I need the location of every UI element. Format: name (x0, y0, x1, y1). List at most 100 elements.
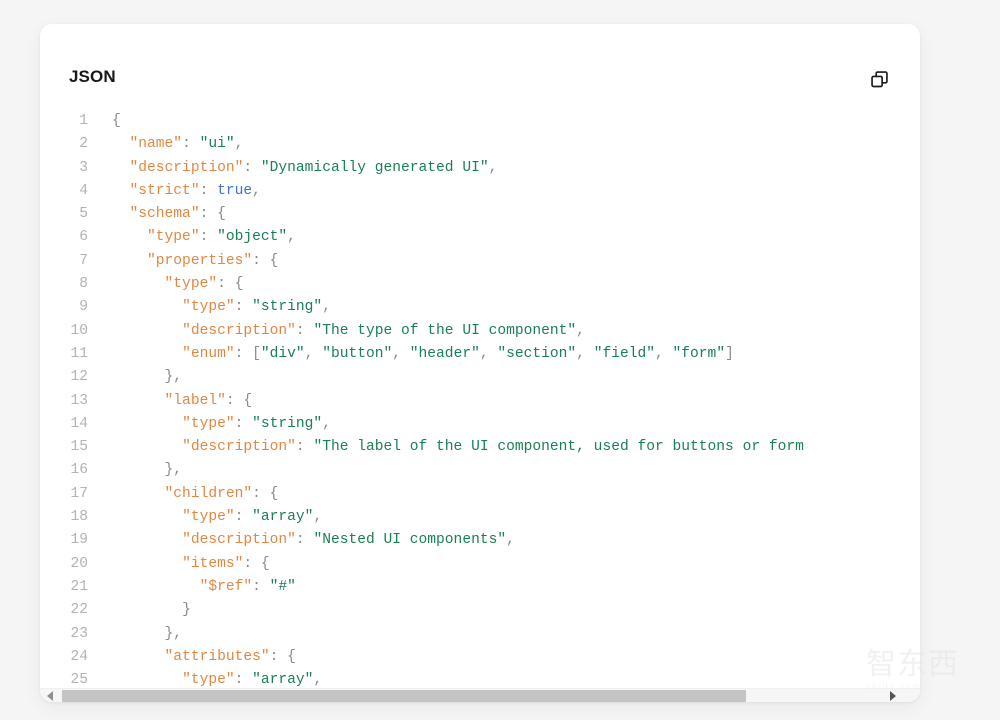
code-scroll-region[interactable]: 1{2 "name": "ui", 3 "description": "Dynam… (40, 110, 920, 702)
code-token-key: "strict" (129, 182, 200, 199)
code-token-str: "header" (409, 345, 480, 362)
code-line-content: "attributes": { (112, 646, 296, 669)
line-number: 11 (70, 345, 88, 362)
code-line: 10 "description": "The type of the UI co… (40, 320, 905, 343)
code-line: 20 "items": { (40, 553, 905, 576)
code-line-content: "type": "array", (112, 506, 322, 529)
code-token-key: "attributes" (164, 648, 270, 665)
code-line-content: "description": "The type of the UI compo… (112, 320, 585, 343)
code-token-punc: : (243, 159, 261, 176)
code-line: 3 "description": "Dynamically generated … (40, 157, 905, 180)
code-token-punc: , (287, 229, 296, 246)
code-token-str: "The type of the UI component" (313, 322, 577, 339)
code-line: 7 "properties": { (40, 250, 905, 273)
code-token-punc: , (479, 345, 498, 362)
code-line-content: "type": "string", (112, 413, 331, 436)
code-line-content: "properties": { (112, 250, 278, 273)
code-token-punc: : (217, 276, 235, 293)
code-token-key: "type" (147, 229, 200, 246)
code-line-content: }, (112, 459, 183, 482)
code-token-punc: , (506, 532, 515, 549)
code-token-key: "schema" (129, 206, 200, 223)
line-number: 14 (70, 415, 88, 432)
code-token-punc: }, (164, 462, 183, 479)
line-number: 8 (79, 276, 88, 293)
code-line-content: }, (112, 366, 183, 389)
line-number: 23 (70, 625, 88, 642)
line-number: 2 (79, 136, 88, 153)
line-number: 16 (70, 462, 88, 479)
code-token-key: "type" (182, 509, 235, 526)
code-token-punc: { (287, 648, 296, 665)
code-line-content: "type": "object", (112, 226, 296, 249)
horizontal-scrollbar[interactable] (40, 688, 920, 702)
code-token-str: "ui" (199, 136, 235, 153)
line-number: 4 (79, 182, 88, 199)
code-token-punc: { (269, 252, 279, 269)
code-token-str: "The label of the UI component, used for… (313, 439, 804, 456)
code-token-key: "name" (129, 136, 183, 153)
line-number: 7 (79, 252, 88, 269)
code-token-str: "Dynamically generated UI" (260, 159, 489, 176)
code-token-punc: } (182, 602, 191, 619)
scroll-left-button[interactable] (42, 689, 58, 702)
code-token-punc: }, (164, 625, 183, 642)
code-token-punc: : (225, 392, 244, 409)
line-number: 6 (79, 229, 88, 246)
code-token-punc: , (576, 322, 585, 339)
code-line: 14 "type": "string", (40, 413, 905, 436)
code-token-bool: true (217, 182, 253, 199)
code-token-punc: ] (725, 345, 734, 362)
line-number: 5 (79, 206, 88, 223)
page-root: JSON 1{2 "name": "ui", 3 "description": "… (0, 0, 1000, 720)
code-token-punc: { (234, 276, 244, 293)
code-token-str: "section" (497, 345, 577, 362)
code-token-punc: : (252, 485, 270, 502)
code-token-punc: : (252, 578, 270, 595)
code-token-punc: : (295, 532, 314, 549)
code-line: 15 "description": "The label of the UI c… (40, 436, 905, 459)
code-token-punc: : (234, 299, 253, 316)
code-token-punc: , (322, 415, 331, 432)
json-panel-card: JSON 1{2 "name": "ui", 3 "description": "… (40, 24, 920, 702)
code-token-key: "$ref" (199, 578, 253, 595)
code-line-content: "strict": true, (112, 180, 261, 203)
code-line: 5 "schema": { (40, 203, 905, 226)
code-token-str: "object" (217, 229, 288, 246)
line-number: 15 (70, 439, 88, 456)
code-line: 2 "name": "ui", (40, 133, 905, 156)
code-line-content: "type": { (112, 273, 244, 296)
line-number: 17 (70, 485, 88, 502)
code-line-content: "description": "Dynamically generated UI… (112, 157, 498, 180)
code-token-punc: : (295, 322, 314, 339)
line-number: 21 (70, 578, 88, 595)
code-token-punc: : (243, 555, 261, 572)
code-token-punc: { (260, 555, 270, 572)
horizontal-scrollbar-thumb[interactable] (62, 690, 746, 702)
code-token-punc: , (234, 136, 244, 153)
code-line: 4 "strict": true, (40, 180, 905, 203)
code-line: 17 "children": { (40, 483, 905, 506)
code-line: 22 } (40, 599, 905, 622)
code-token-punc: , (304, 345, 323, 362)
code-line: 8 "type": { (40, 273, 905, 296)
code-token-punc: : [ (234, 345, 261, 362)
code-line: 19 "description": "Nested UI components"… (40, 529, 905, 552)
code-token-str: "Nested UI components" (313, 532, 507, 549)
code-line-content: "type": "array", (112, 669, 322, 688)
code-line-content: "$ref": "#" (112, 576, 296, 599)
code-token-punc: : (199, 182, 218, 199)
code-line-content: "description": "Nested UI components", (112, 529, 515, 552)
copy-button[interactable] (860, 64, 898, 98)
scroll-right-button[interactable] (885, 689, 901, 702)
code-line: 9 "type": "string", (40, 296, 905, 319)
code-token-str: "div" (260, 345, 305, 362)
code-line-content: "children": { (112, 483, 279, 506)
